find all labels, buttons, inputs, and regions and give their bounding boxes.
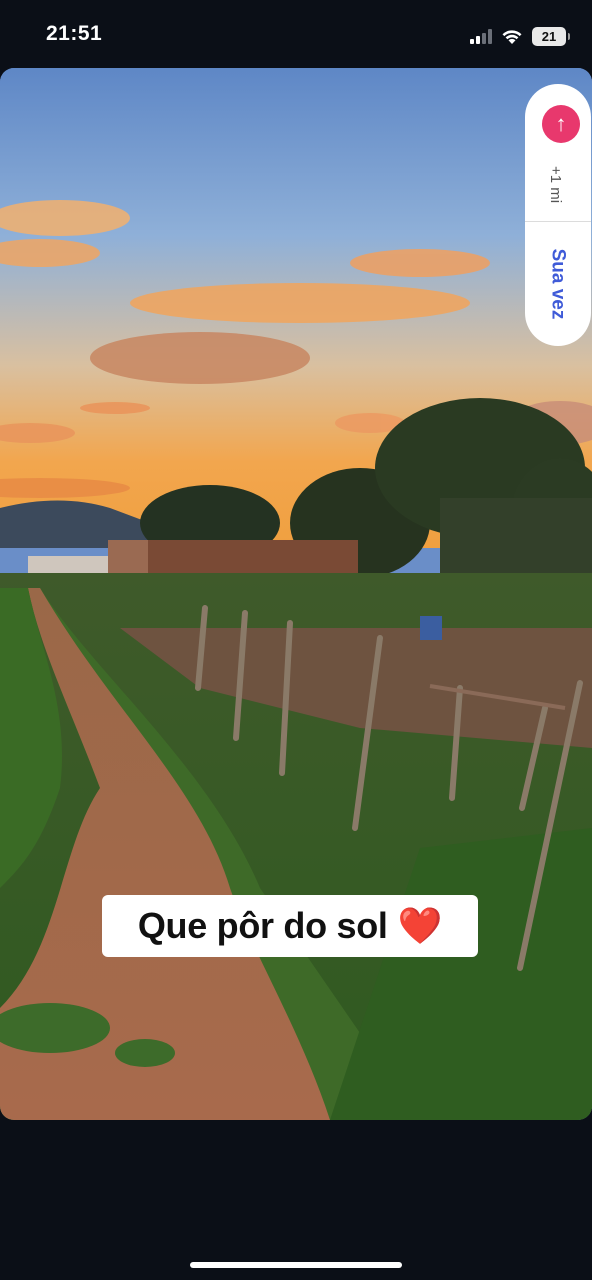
signal-icon bbox=[470, 28, 492, 44]
your-turn-label: Sua vez bbox=[547, 248, 569, 320]
reply-count-label: +1 mi bbox=[547, 165, 565, 203]
battery-icon: 21 bbox=[532, 26, 570, 46]
heart-emoji: ❤️ bbox=[397, 905, 443, 946]
reply-pill[interactable]: ↑ +1 mi Sua vez bbox=[525, 84, 591, 346]
pill-divider bbox=[525, 221, 591, 222]
wifi-icon bbox=[502, 29, 522, 44]
reply-count: +1 mi bbox=[541, 154, 571, 214]
status-bar: 21:51 21 bbox=[0, 0, 592, 68]
home-indicator[interactable] bbox=[190, 1262, 402, 1268]
sunset-photo bbox=[0, 68, 592, 1120]
status-icons: 21 bbox=[470, 24, 570, 48]
caption-text: Que pôr do sol bbox=[137, 905, 388, 946]
battery-level: 21 bbox=[541, 28, 557, 44]
reply-arrow-icon[interactable]: ↑ bbox=[542, 105, 580, 143]
your-turn-button[interactable]: Sua vez bbox=[539, 234, 575, 334]
story-frame[interactable]: ↑ +1 mi Sua vez Que pôr do sol ❤️ bbox=[0, 68, 592, 1120]
caption-sticker: Que pôr do sol ❤️ bbox=[102, 895, 478, 957]
clock: 21:51 bbox=[46, 22, 103, 45]
